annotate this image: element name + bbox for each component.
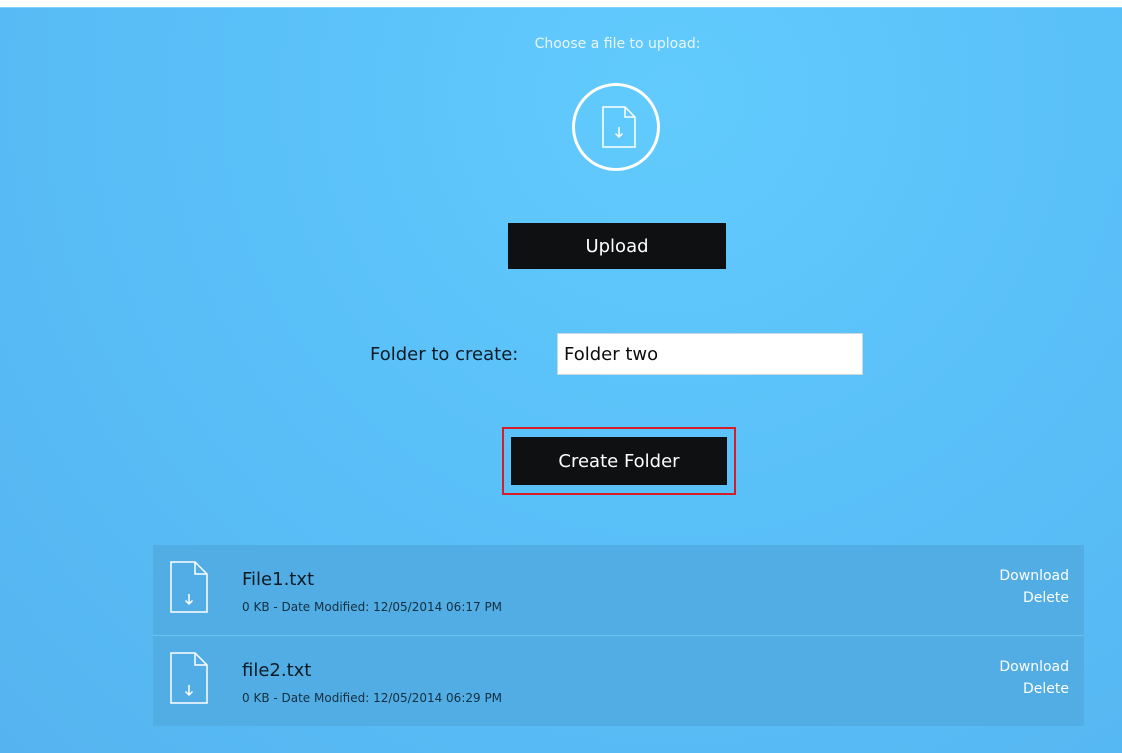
folder-name-input[interactable] bbox=[557, 333, 863, 375]
file-name: File1.txt bbox=[242, 569, 315, 590]
file-name: file2.txt bbox=[242, 660, 312, 681]
folder-label: Folder to create: bbox=[370, 344, 519, 365]
file-meta: 0 KB - Date Modified: 12/05/2014 06:29 P… bbox=[242, 691, 503, 705]
file-actions: Download Delete bbox=[999, 565, 1069, 609]
file-row: File1.txt 0 KB - Date Modified: 12/05/20… bbox=[153, 545, 1084, 636]
create-folder-button[interactable]: Create Folder bbox=[511, 437, 727, 485]
upload-button[interactable]: Upload bbox=[508, 223, 726, 269]
download-link[interactable]: Download bbox=[999, 565, 1069, 587]
file-list: File1.txt 0 KB - Date Modified: 12/05/20… bbox=[153, 545, 1084, 728]
file-meta: 0 KB - Date Modified: 12/05/2014 06:17 P… bbox=[242, 600, 503, 614]
file-row: file2.txt 0 KB - Date Modified: 12/05/20… bbox=[153, 636, 1084, 726]
file-upload-icon[interactable] bbox=[572, 83, 660, 171]
file-icon bbox=[167, 651, 211, 709]
download-link[interactable]: Download bbox=[999, 656, 1069, 678]
upload-heading: Choose a file to upload: bbox=[534, 36, 701, 52]
delete-link[interactable]: Delete bbox=[999, 587, 1069, 609]
divider bbox=[0, 7, 1122, 8]
file-actions: Download Delete bbox=[999, 656, 1069, 700]
file-icon bbox=[167, 560, 211, 618]
delete-link[interactable]: Delete bbox=[999, 678, 1069, 700]
